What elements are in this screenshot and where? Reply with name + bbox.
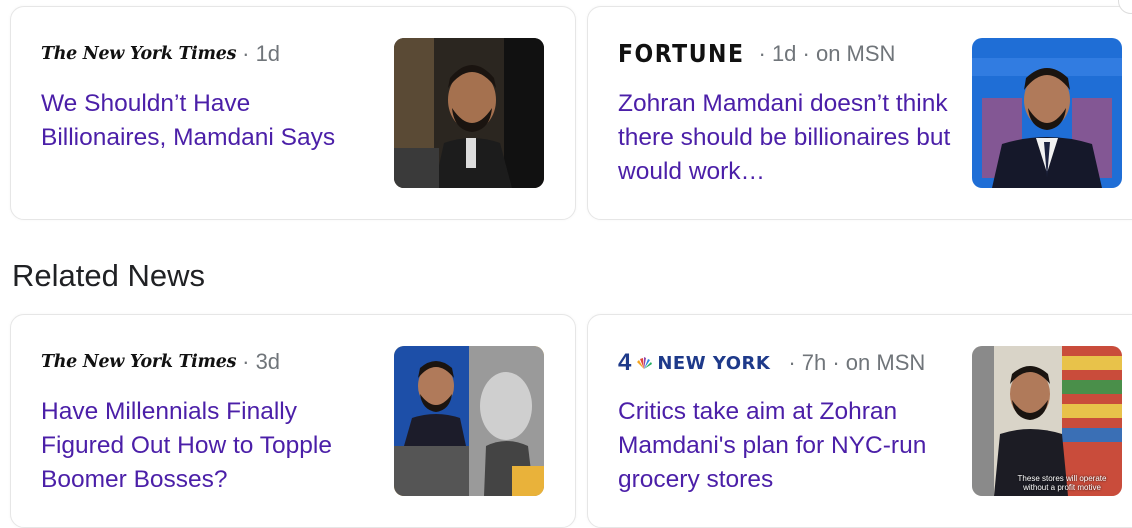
card-meta: 4 NEW YORK · 7h · on MSN: [618, 349, 925, 377]
peacock-icon: [637, 357, 653, 369]
thumbnail-image[interactable]: [394, 346, 544, 496]
publish-time: · 7h · on MSN: [788, 350, 926, 375]
headline-link[interactable]: We Shouldn’t Have Billionaires, Mamdani …: [41, 87, 371, 155]
publisher-logo-number: 4: [618, 349, 632, 376]
publisher-logo-nbc: 4 NEW YORK: [618, 349, 770, 377]
publish-time: · 1d: [242, 41, 281, 66]
publish-time: · 1d · on MSN: [758, 41, 896, 66]
news-card[interactable]: The New York Times · 1d We Shouldn’t Hav…: [10, 6, 576, 220]
news-card[interactable]: 4 NEW YORK · 7h · on MSN Critics take ai…: [587, 314, 1132, 528]
news-card[interactable]: The New York Times · 3d Have Millennials…: [10, 314, 576, 528]
card-meta: The New York Times · 3d: [41, 349, 280, 375]
news-card[interactable]: FORTUNE · 1d · on MSN Zohran Mamdani doe…: [587, 6, 1132, 220]
publisher-logo-fortune: FORTUNE: [618, 39, 745, 69]
thumbnail-image[interactable]: These stores will operate without a prof…: [972, 346, 1122, 496]
thumbnail-image[interactable]: [972, 38, 1122, 188]
card-meta: FORTUNE · 1d · on MSN: [618, 39, 896, 69]
thumbnail-image[interactable]: [394, 38, 544, 188]
thumbnail-caption: These stores will operate without a prof…: [1017, 474, 1107, 492]
publisher-name: NEW YORK: [657, 352, 771, 374]
section-title: Related News: [12, 258, 205, 293]
card-meta: The New York Times · 1d: [41, 41, 280, 67]
publisher-logo-nyt: The New York Times: [41, 44, 237, 64]
headline-link[interactable]: Zohran Mamdani doesn’t think there shoul…: [618, 87, 953, 189]
headline-link[interactable]: Critics take aim at Zohran Mamdani's pla…: [618, 395, 953, 497]
publisher-logo-nyt: The New York Times: [41, 352, 237, 372]
publish-time: · 3d: [242, 349, 281, 374]
headline-link[interactable]: Have Millennials Finally Figured Out How…: [41, 395, 371, 497]
